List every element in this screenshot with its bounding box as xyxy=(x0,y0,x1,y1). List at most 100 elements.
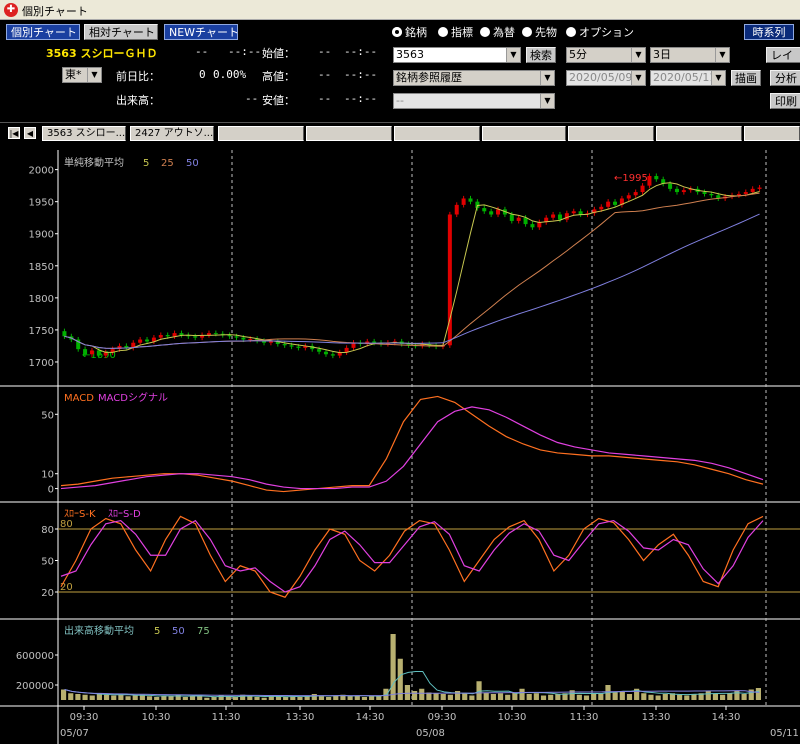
tab-empty-8[interactable] xyxy=(656,126,742,141)
candle-body xyxy=(268,341,273,343)
tab-empty-9[interactable] xyxy=(744,126,800,141)
volume-bar xyxy=(655,695,661,700)
volume-bar xyxy=(412,691,418,700)
volume-bar xyxy=(483,692,489,700)
volume-bar xyxy=(68,693,74,700)
tab-relative-chart[interactable]: 相対チャート xyxy=(84,24,158,40)
radio-forex[interactable]: 為替 xyxy=(480,24,515,40)
volume-legend-50: 50 xyxy=(172,626,185,637)
tab-empty-3[interactable] xyxy=(218,126,304,141)
chart-canvas[interactable]: 単純移動平均 5 25 50 ←1690 ←1995 MACD MACDシグナル… xyxy=(0,150,800,744)
y-tick-label: 1800 xyxy=(29,294,54,305)
y-tick-label: 200000 xyxy=(16,681,54,692)
volume-bar xyxy=(311,694,317,700)
x-tick-label: 14:30 xyxy=(712,712,741,723)
volume-bar xyxy=(369,696,375,700)
chevron-down-icon: ▼ xyxy=(631,71,645,85)
candle-body xyxy=(165,335,170,337)
volume-bar xyxy=(254,697,260,700)
candle-body xyxy=(516,217,521,221)
y-tick-label: 0 xyxy=(48,485,54,496)
volume-bar xyxy=(526,694,532,700)
candle-body xyxy=(234,336,239,338)
volume-bar xyxy=(641,693,647,700)
chevron-down-icon: ▼ xyxy=(715,48,729,62)
period-select[interactable]: 3日 ▼ xyxy=(650,47,730,63)
volume-bar xyxy=(720,694,726,700)
analysis-button[interactable]: 分析 xyxy=(770,70,800,86)
volume-bar xyxy=(598,693,604,700)
date-label: 05/07 xyxy=(60,728,89,739)
symbol-input[interactable]: 3563 ▼ xyxy=(393,47,521,63)
candle-body xyxy=(489,211,494,215)
date-to-select[interactable]: 2020/05/11 ▼ xyxy=(650,70,726,86)
volume-bar xyxy=(82,694,88,700)
volume-bar xyxy=(232,697,239,700)
tab-empty-4[interactable] xyxy=(306,126,392,141)
candle-body xyxy=(482,208,487,212)
tab-3563[interactable]: 3563 スシロー... xyxy=(42,126,126,141)
volume-bar xyxy=(189,696,196,700)
radio-index[interactable]: 指標 xyxy=(438,24,473,40)
tab-empty-7[interactable] xyxy=(568,126,654,141)
candle-body xyxy=(743,192,748,194)
prev-tab-icon[interactable]: ◀ xyxy=(24,127,36,139)
sma-legend-5: 5 xyxy=(143,158,149,169)
radio-icon xyxy=(566,27,576,37)
candle-body xyxy=(289,345,294,347)
candle-body xyxy=(557,214,562,220)
tab-empty-6[interactable] xyxy=(482,126,566,141)
volume-bar xyxy=(361,697,368,700)
tab-new-chart[interactable]: NEWチャート xyxy=(164,24,238,40)
first-tab-icon[interactable]: |◀ xyxy=(8,127,20,139)
candle-body xyxy=(702,192,707,194)
candle-body xyxy=(117,345,122,350)
interval-select[interactable]: 5分 ▼ xyxy=(566,47,646,63)
volume-bar xyxy=(132,695,138,700)
third-select[interactable]: -- ▼ xyxy=(393,93,555,109)
radio-icon xyxy=(438,27,448,37)
candle-body xyxy=(578,211,583,215)
high-annotation: ←1995 xyxy=(614,173,648,184)
radio-option[interactable]: オプション xyxy=(566,24,634,40)
candle-body xyxy=(530,224,535,228)
open-time: --:-- xyxy=(344,45,378,58)
open-value: -- xyxy=(318,45,332,58)
volume-bar xyxy=(347,696,353,700)
volume-bar xyxy=(261,697,267,700)
volume-bar xyxy=(576,694,582,700)
candle-body xyxy=(158,335,163,338)
y-tick-label: 600000 xyxy=(16,651,54,662)
volume-bar xyxy=(619,691,625,700)
date-from-select[interactable]: 2020/05/09 ▼ xyxy=(566,70,646,86)
volume-bar xyxy=(111,695,117,700)
volume-bar xyxy=(283,697,289,700)
sma-legend-50: 50 xyxy=(186,158,199,169)
volume-bar xyxy=(419,688,425,700)
macd-signal-legend: MACDシグナル xyxy=(98,391,168,404)
tab-individual-chart[interactable]: 個別チャート xyxy=(6,24,80,40)
candle-body xyxy=(468,198,473,202)
candle-body xyxy=(571,211,576,214)
market-select[interactable]: 東* ▼ xyxy=(62,67,102,83)
radio-futures[interactable]: 先物 xyxy=(522,24,557,40)
volume-bar xyxy=(505,694,511,700)
tab-empty-5[interactable] xyxy=(394,126,480,141)
candle-body xyxy=(330,354,335,356)
timeseries-button[interactable]: 時系列 xyxy=(744,24,794,40)
print-button[interactable]: 印刷 xyxy=(770,93,800,109)
x-tick-label: 14:30 xyxy=(356,712,385,723)
volume-label: 出来高： xyxy=(116,94,160,107)
tab-2427[interactable]: 2427 アウトソ... xyxy=(130,126,214,141)
x-tick-label: 13:30 xyxy=(642,712,671,723)
change-pct: 0.00% xyxy=(213,68,247,81)
volume-bar xyxy=(297,697,303,700)
search-button[interactable]: 検索 xyxy=(526,47,556,63)
candle-body xyxy=(96,350,101,356)
layout-button[interactable]: レイ xyxy=(766,47,800,63)
radio-stock[interactable]: 銘柄 xyxy=(392,24,427,40)
history-select[interactable]: 銘柄参照履歴 ▼ xyxy=(393,70,555,86)
volume-bar xyxy=(648,694,654,700)
volume-bar xyxy=(433,693,439,700)
draw-button[interactable]: 描画 xyxy=(731,70,761,86)
